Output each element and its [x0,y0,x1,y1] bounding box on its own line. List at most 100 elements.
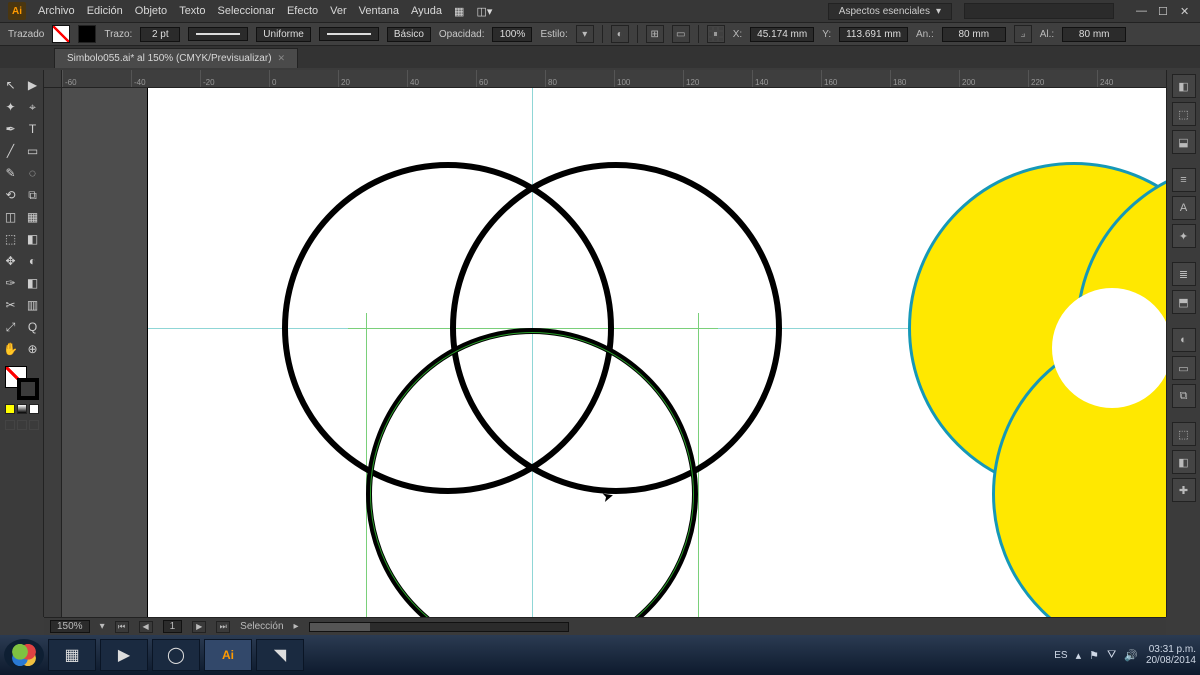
tool-scale[interactable]: ⧉ [23,185,43,205]
tool-lasso[interactable]: ⌖ [23,97,43,117]
stroke-swatch[interactable] [78,25,96,43]
panel-pathfinder-icon[interactable]: ✚ [1172,478,1196,502]
draw-inside-icon[interactable] [29,420,39,430]
menu-texto[interactable]: Texto [179,5,205,17]
tray-lang[interactable]: ES [1054,650,1067,661]
y-field[interactable]: 113.691 mm [839,27,908,42]
tool-artboard[interactable]: ⤢ [1,317,21,337]
recolor-icon[interactable]: ◐ [611,25,629,43]
ruler-vertical[interactable] [44,88,62,617]
help-search-input[interactable] [964,3,1114,19]
draw-behind-icon[interactable] [17,420,27,430]
tool-rectangle[interactable]: ▭ [23,141,43,161]
color-mode-gradient-icon[interactable] [17,404,27,414]
style-dropdown[interactable]: ▾ [576,25,594,43]
start-button[interactable] [4,639,44,671]
minimize-icon[interactable]: — [1136,5,1148,17]
tool-line[interactable]: ╱ [1,141,21,161]
menu-objeto[interactable]: Objeto [135,5,167,17]
workspace-switcher[interactable]: Aspectos esenciales ▾ [828,3,952,20]
prev-artboard-icon[interactable]: ◀ [139,621,153,633]
stroke-weight-field[interactable]: 2 pt [140,27,180,42]
panel-artboards-icon[interactable]: ⬒ [1172,290,1196,314]
first-artboard-icon[interactable]: ⏮ [115,621,129,633]
zoom-field[interactable]: 150% [50,620,90,633]
task-chrome[interactable]: ◯ [152,639,200,671]
last-artboard-icon[interactable]: ⏭ [216,621,230,633]
tray-clock[interactable]: 03:31 p.m. 20/08/2014 [1146,644,1196,666]
draw-normal-icon[interactable] [5,420,15,430]
menu-ventana[interactable]: Ventana [359,5,399,17]
tray-network-icon[interactable]: ⛛ [1107,649,1116,662]
panel-symbols-icon[interactable]: ✦ [1172,224,1196,248]
maximize-icon[interactable]: ☐ [1158,5,1170,17]
close-icon[interactable]: ✕ [1180,5,1192,17]
tab-close-icon[interactable]: ✕ [278,53,286,64]
task-illustrator[interactable]: Ai [204,639,252,671]
tray-flag-icon[interactable]: ⚑ [1089,649,1099,662]
panel-gradient-icon[interactable]: ◐ [1172,328,1196,352]
menu-layout-icon[interactable]: ▦ [454,5,464,18]
panel-color-icon[interactable]: ◧ [1172,74,1196,98]
tool-magic-wand[interactable]: ✦ [1,97,21,117]
tray-chevron-icon[interactable]: ▴ [1076,649,1082,662]
tray-volume-icon[interactable]: 🔊 [1124,649,1138,662]
task-explorer[interactable]: ▦ [48,639,96,671]
align-icon[interactable]: ⊞ [646,25,664,43]
panel-transparency-icon[interactable]: ▭ [1172,356,1196,380]
panel-graphicstyles-icon[interactable]: ⬚ [1172,422,1196,446]
task-media[interactable]: ▶ [100,639,148,671]
opacity-field[interactable]: 100% [492,27,532,42]
stroke-profile-dropdown[interactable] [188,27,248,41]
tool-perspective[interactable]: ◧ [23,229,43,249]
menu-efecto[interactable]: Efecto [287,5,318,17]
panel-character-icon[interactable]: A [1172,196,1196,220]
color-mode-none-icon[interactable] [29,404,39,414]
tool-symbol-sprayer[interactable]: ✂ [1,295,21,315]
menu-arrange-icon[interactable]: ◫▾ [476,5,492,18]
tool-eyedropper[interactable]: ✑ [1,273,21,293]
document-view[interactable]: ➤ [62,88,1166,617]
menu-ver[interactable]: Ver [330,5,347,17]
panel-stroke-icon[interactable]: ≡ [1172,168,1196,192]
tool-mesh[interactable]: ✥ [1,251,21,271]
h-field[interactable]: 80 mm [1062,27,1126,42]
menu-edicion[interactable]: Edición [87,5,123,17]
fill-swatch[interactable] [52,25,70,43]
tool-shape-builder[interactable]: ⬚ [1,229,21,249]
status-dropdown-icon[interactable]: ▸ [294,621,299,632]
artboard-number[interactable]: 1 [163,620,183,633]
tool-free-transform[interactable]: ▦ [23,207,43,227]
document-tab[interactable]: Simbolo055.ai* al 150% (CMYK/Previsualiz… [54,48,298,68]
shape-mode-icon[interactable]: ▭ [672,25,690,43]
tool-selection[interactable]: ↖ [1,75,21,95]
tool-width[interactable]: ◫ [1,207,21,227]
panel-align-icon[interactable]: ◧ [1172,450,1196,474]
x-field[interactable]: 45.174 mm [750,27,814,42]
tool-paintbrush[interactable]: ✎ [1,163,21,183]
menu-seleccionar[interactable]: Seleccionar [217,5,274,17]
panel-appearance-icon[interactable]: ⧉ [1172,384,1196,408]
tool-pen[interactable]: ✒ [1,119,21,139]
ruler-horizontal[interactable]: -60 -40 -20 0 20 40 60 80 100 120 140 16… [62,70,1166,88]
tool-hand[interactable]: ✋ [1,339,21,359]
h-scrollbar[interactable] [309,622,569,632]
tool-pencil[interactable]: ◌ [23,163,43,183]
tool-slice[interactable]: Q [23,317,43,337]
panel-swatches-icon[interactable]: ⬚ [1172,102,1196,126]
link-wh-icon[interactable]: ⟓ [1014,25,1032,43]
tool-zoom[interactable]: ⊕ [23,339,43,359]
panel-layers-icon[interactable]: ≣ [1172,262,1196,286]
w-field[interactable]: 80 mm [942,27,1006,42]
tool-rotate[interactable]: ⟲ [1,185,21,205]
menu-ayuda[interactable]: Ayuda [411,5,442,17]
h-scroll-thumb[interactable] [310,623,370,631]
tool-type[interactable]: T [23,119,43,139]
task-other[interactable]: ◥ [256,639,304,671]
reference-point[interactable] [707,25,725,43]
stroke-color-icon[interactable] [17,378,39,400]
artboard[interactable]: ➤ [148,88,1166,617]
tool-blend[interactable]: ◧ [23,273,43,293]
color-mode-color-icon[interactable] [5,404,15,414]
ruler-origin[interactable] [44,70,62,88]
